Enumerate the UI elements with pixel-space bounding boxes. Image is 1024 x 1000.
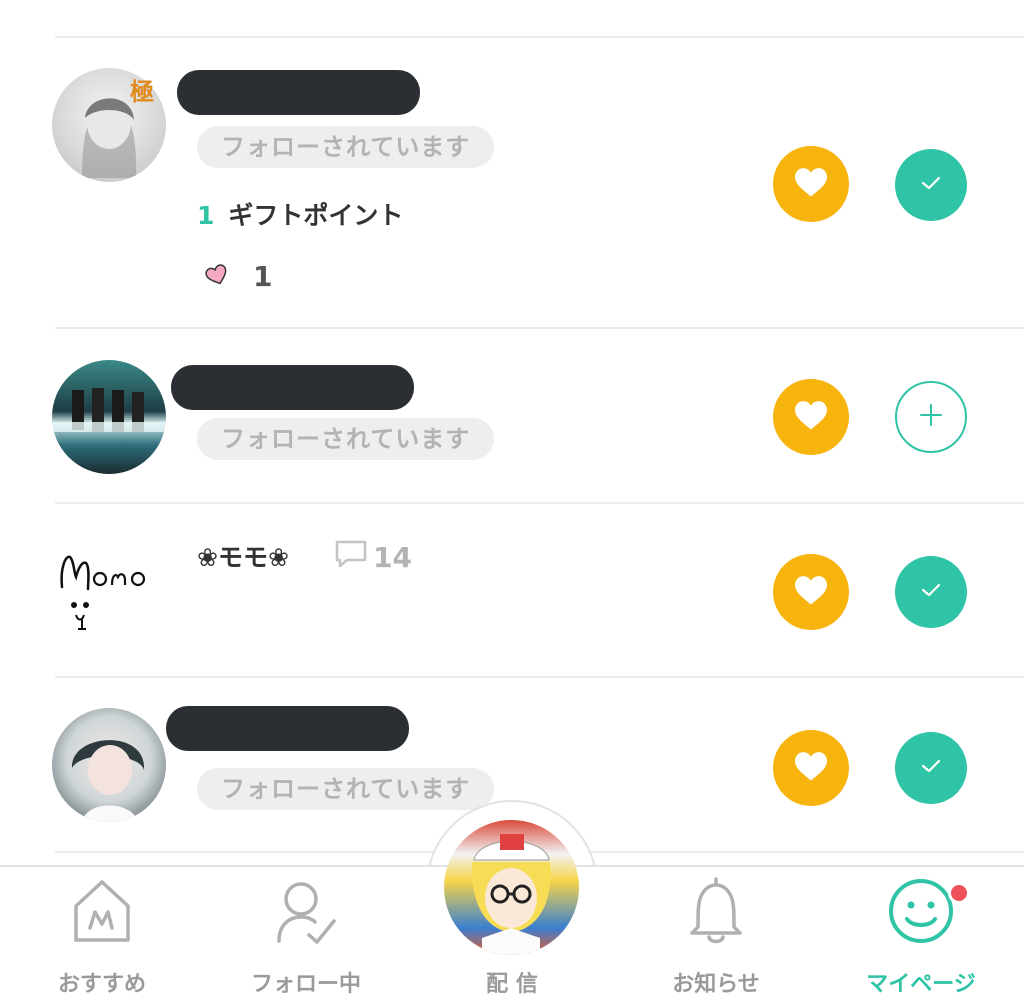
- user-check-icon: [271, 868, 341, 954]
- avatar[interactable]: [52, 527, 166, 641]
- plus-icon: [918, 402, 944, 432]
- gift-points-label: ギフトポイント: [228, 201, 404, 230]
- heart-icon: [793, 166, 829, 202]
- heart-icon: [793, 574, 829, 610]
- gift-points-count: 1: [197, 201, 215, 230]
- followed-by-badge: フォローされています: [197, 418, 495, 460]
- followed-by-badge: フォローされています: [197, 126, 495, 168]
- like-button[interactable]: [773, 554, 849, 630]
- tab-recommended[interactable]: おすすめ: [40, 868, 164, 998]
- heart-icon: [793, 399, 829, 435]
- comment-count: 14: [333, 538, 412, 577]
- tab-label: おすすめ: [57, 972, 146, 997]
- comment-icon: [333, 538, 369, 577]
- heart-icon: [793, 750, 829, 786]
- like-button[interactable]: [773, 730, 849, 806]
- followed-by-badge: フォローされています: [197, 768, 495, 810]
- divider: [55, 676, 1024, 678]
- likes-summary: 1: [205, 260, 272, 293]
- small-heart-icon: [205, 263, 229, 291]
- comment-count-value: 14: [373, 541, 412, 574]
- gift-points: 1 ギフトポイント: [197, 196, 403, 232]
- divider: [55, 327, 1024, 329]
- username[interactable]: ❀モモ❀: [197, 538, 289, 574]
- tab-label: マイページ: [866, 972, 976, 997]
- tab-following[interactable]: フォロー中: [240, 868, 372, 998]
- tab-label: お知らせ: [672, 972, 760, 997]
- redacted-username: [166, 706, 409, 751]
- likes-count: 1: [253, 260, 273, 293]
- tab-notifications[interactable]: お知らせ: [660, 868, 772, 998]
- avatar[interactable]: [52, 360, 166, 474]
- divider: [55, 36, 1024, 38]
- notification-dot: [948, 882, 970, 904]
- home-icon: [70, 868, 134, 954]
- redacted-username: [171, 365, 414, 410]
- redacted-username: [177, 70, 420, 115]
- divider: [55, 502, 1024, 504]
- like-button[interactable]: [773, 379, 849, 455]
- tab-broadcast[interactable]: 配 信: [450, 868, 574, 998]
- follow-button[interactable]: [895, 381, 967, 453]
- following-toggle-button[interactable]: [895, 732, 967, 804]
- smiley-icon: [885, 868, 957, 954]
- bell-icon: [684, 868, 748, 954]
- tab-label: 配 信: [486, 972, 538, 997]
- check-icon: [918, 756, 944, 780]
- follower-list-screen: 極 フォローされています 1 ギフトポイント 1 フォローされています ❀モモ❀…: [0, 0, 1024, 1000]
- following-toggle-button[interactable]: [895, 556, 967, 628]
- tab-label: フォロー中: [250, 972, 361, 997]
- check-icon: [918, 173, 944, 197]
- avatar-badge-mark: 極: [130, 78, 154, 106]
- like-button[interactable]: [773, 146, 849, 222]
- avatar[interactable]: [52, 708, 166, 822]
- following-toggle-button[interactable]: [895, 149, 967, 221]
- check-icon: [918, 580, 944, 604]
